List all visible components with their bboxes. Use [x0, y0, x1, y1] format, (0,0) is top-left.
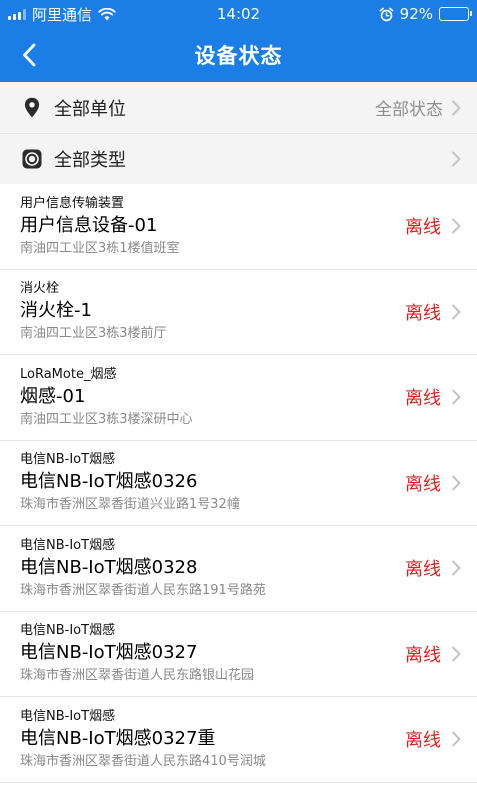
device-location: 珠海市香洲区翠香街道兴业路1号32幢 [20, 497, 240, 513]
battery-icon [439, 7, 472, 21]
app-header: 阿里通信 14:02 92% 设备状态 [0, 0, 477, 82]
device-status-badge: 离线 [405, 217, 441, 239]
device-type: 电信NB-IoT烟感 [20, 623, 116, 639]
unit-filter-label: 全部单位 [54, 98, 126, 120]
device-location: 珠海市香洲区翠香街道人民东路410号润城 [20, 753, 266, 769]
device-name: 电信NB-IoT烟感0328 [20, 556, 198, 578]
device-info: 消火栓 消火栓-1 南油四工业区3栋3楼前厅 [20, 280, 405, 343]
device-info: 电信NB-IoT烟感 电信NB-IoT烟感0327重 珠海市香洲区翠香街道人民东… [20, 708, 405, 771]
device-location: 南油四工业区3栋3楼深研中心 [20, 411, 193, 427]
device-row[interactable]: 用户信息传输装置 用户信息设备-01 南油四工业区3栋1楼值班室 离线 [0, 184, 477, 270]
device-location: 南油四工业区3栋3楼前厅 [20, 326, 167, 342]
device-status-badge: 离线 [405, 388, 441, 410]
back-arrow-icon [23, 43, 36, 67]
type-filter[interactable]: 全部类型 [0, 133, 477, 184]
chevron-right-icon [451, 151, 461, 167]
device-name: 烟感-01 [20, 385, 86, 407]
device-type-icon [22, 148, 42, 170]
device-row[interactable]: 消火栓 消火栓-1 南油四工业区3栋3楼前厅 离线 [0, 270, 477, 355]
device-name: 电信NB-IoT烟感0327重 [20, 727, 216, 749]
device-name: 电信NB-IoT烟感0326 [20, 471, 198, 493]
back-button[interactable] [12, 37, 46, 73]
status-right: 92% [379, 5, 472, 23]
device-type: LoRaMote_烟感 [20, 366, 117, 382]
type-filter-label: 全部类型 [54, 150, 126, 171]
device-status-badge: 离线 [405, 730, 441, 752]
device-name: 电信NB-IoT烟感0327 [20, 642, 198, 664]
chevron-right-icon [451, 100, 461, 116]
filter-panel: 全部单位 全部状态 全部类型 [0, 82, 477, 184]
alarm-icon [379, 7, 394, 21]
chevron-right-icon [451, 304, 461, 320]
device-location: 珠海市香洲区翠香街道人民东路银山花园 [20, 668, 255, 684]
status-filter-value[interactable]: 全部状态 [375, 95, 443, 120]
device-row[interactable]: 电信NB-IoT烟感 电信NB-IoT烟感0326 珠海市香洲区翠香街道兴业路1… [0, 441, 477, 526]
chevron-right-icon [451, 218, 461, 234]
device-row[interactable]: 电信NB-IoT烟感 电信NB-IoT烟感0327重 珠海市香洲区翠香街道人民东… [0, 697, 477, 783]
wifi-icon [98, 7, 116, 20]
device-status-badge: 离线 [405, 473, 441, 495]
device-info: 电信NB-IoT烟感 电信NB-IoT烟感0328 珠海市香洲区翠香街道人民东路… [20, 537, 405, 600]
device-name: 消火栓-1 [20, 300, 92, 322]
nav-bar: 设备状态 [0, 28, 477, 82]
carrier-name: 阿里通信 [32, 5, 93, 24]
device-row[interactable]: 电信NB-IoT烟感 电信NB-IoT烟感0328 珠海市香洲区翠香街道人民东路… [0, 526, 477, 612]
status-left: 阿里通信 [8, 4, 116, 25]
battery-percent: 92% [399, 5, 433, 23]
device-location: 南油四工业区3栋1楼值班室 [20, 240, 180, 256]
device-type: 消火栓 [20, 281, 60, 297]
device-type: 电信NB-IoT烟感 [20, 537, 116, 553]
device-status-badge: 离线 [405, 559, 441, 581]
device-row[interactable]: 电信NB-IoT烟感 电信NB-IoT烟感0327 珠海市香洲区翠香街道人民东路… [0, 612, 477, 697]
device-location: 珠海市香洲区翠香街道人民东路191号路苑 [20, 582, 266, 598]
device-type: 电信NB-IoT烟感 [20, 708, 116, 724]
chevron-right-icon [451, 389, 461, 405]
signal-icon [8, 8, 26, 20]
location-pin-icon [22, 97, 42, 119]
chevron-right-icon [451, 560, 461, 576]
device-info: 电信NB-IoT烟感 电信NB-IoT烟感0327 珠海市香洲区翠香街道人民东路… [20, 622, 405, 685]
unit-filter[interactable]: 全部单位 全部状态 [0, 82, 477, 133]
chevron-right-icon [451, 731, 461, 747]
device-status-badge: 离线 [405, 644, 441, 666]
device-info: 电信NB-IoT烟感 电信NB-IoT烟感0326 珠海市香洲区翠香街道兴业路1… [20, 451, 405, 514]
device-info: 用户信息传输装置 用户信息设备-01 南油四工业区3栋1楼值班室 [20, 195, 405, 258]
status-bar: 阿里通信 14:02 92% [0, 0, 477, 28]
device-info: LoRaMote_烟感 烟感-01 南油四工业区3栋3楼深研中心 [20, 366, 405, 429]
device-name: 用户信息设备-01 [20, 214, 158, 236]
device-list: 用户信息传输装置 用户信息设备-01 南油四工业区3栋1楼值班室 离线 消火栓 … [0, 184, 477, 783]
device-status-badge: 离线 [405, 302, 441, 324]
page-title: 设备状态 [194, 44, 283, 68]
device-row[interactable]: LoRaMote_烟感 烟感-01 南油四工业区3栋3楼深研中心 离线 [0, 355, 477, 441]
device-type: 用户信息传输装置 [20, 195, 125, 211]
chevron-right-icon [451, 475, 461, 491]
chevron-right-icon [451, 646, 461, 662]
device-type: 电信NB-IoT烟感 [20, 452, 116, 468]
